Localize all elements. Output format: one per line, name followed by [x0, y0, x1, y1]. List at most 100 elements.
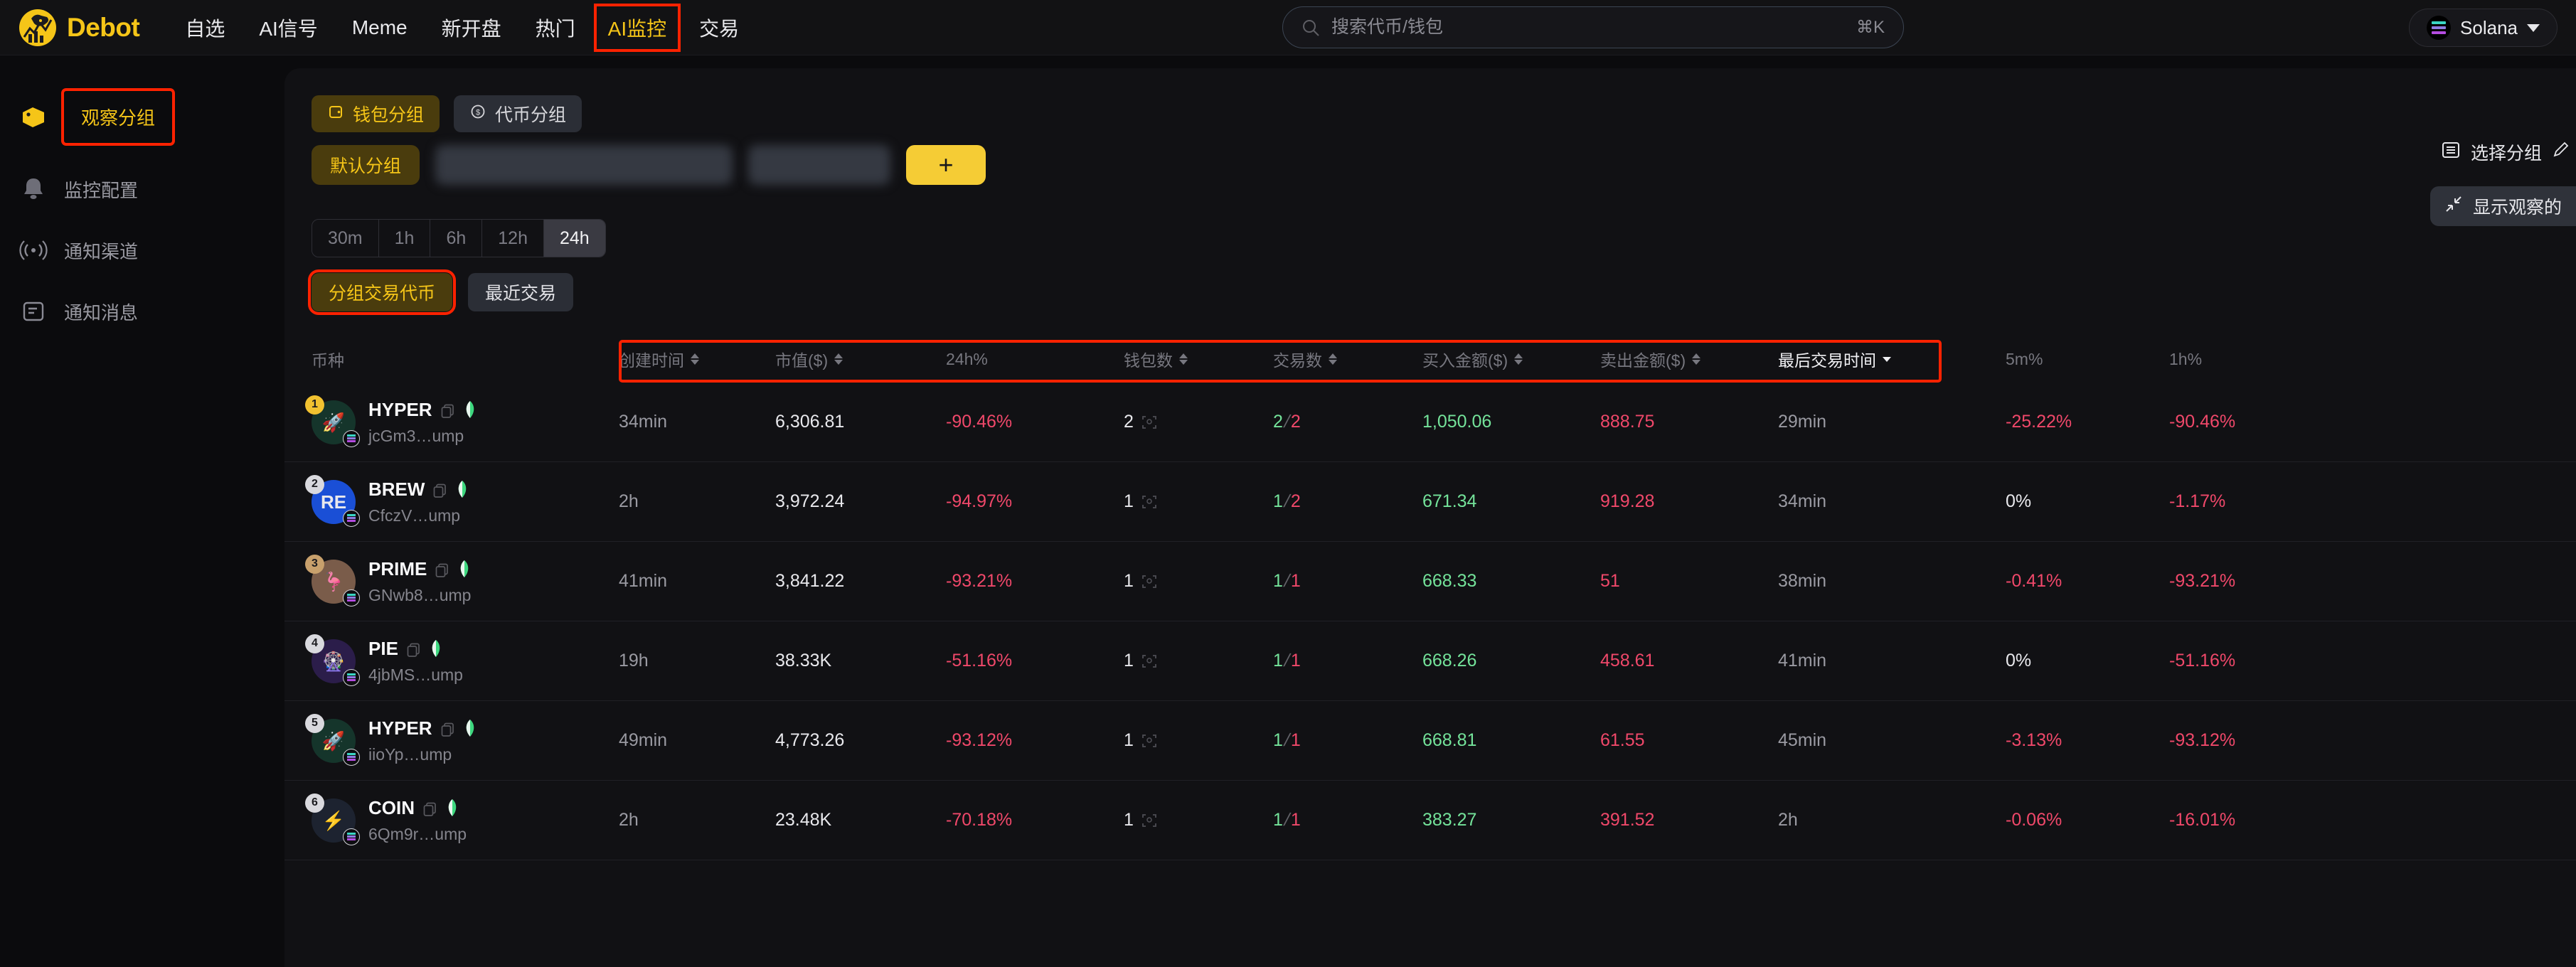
cell-wallets: 1: [1124, 730, 1273, 751]
sidebar-item-notify-message[interactable]: 通知消息: [0, 281, 284, 342]
token-symbol: BREW: [368, 478, 425, 500]
time-tab-6h[interactable]: 6h: [430, 220, 483, 257]
copy-icon[interactable]: [440, 402, 455, 418]
copy-icon[interactable]: [422, 801, 437, 816]
scan-icon[interactable]: [1141, 653, 1157, 669]
table-row[interactable]: RE 2 BREW CfczV…ump 2h 3,972.24 -94.97% 1 1/2 671…: [284, 462, 2576, 542]
cell-sell-amount: 391.52: [1600, 810, 1655, 830]
coin-dollar-icon: $: [469, 103, 486, 125]
token-cell[interactable]: 🚀 5 HYPER iioYp…ump: [284, 713, 619, 766]
cell-last-trade-time: 29min: [1778, 412, 1827, 432]
cell-trades: 1/1: [1273, 571, 1301, 591]
tab-wallet-group[interactable]: 钱包分组: [312, 95, 440, 132]
token-cell[interactable]: 🎡 4 PIE 4jbMS…ump: [284, 634, 619, 686]
time-tab-24h[interactable]: 24h: [543, 220, 605, 257]
cell-sell-amount: 919.28: [1600, 491, 1655, 511]
scan-icon[interactable]: [1141, 415, 1157, 430]
time-tab-30m[interactable]: 30m: [312, 220, 379, 257]
token-cell[interactable]: 🚀 1 HYPER jcGm3…ump: [284, 395, 619, 447]
cell-created-time: 2h: [619, 810, 639, 830]
show-watched-toggle[interactable]: 显示观察的: [2429, 186, 2576, 226]
leaf-icon: [429, 639, 443, 658]
leaf-icon: [445, 798, 459, 817]
col-header-sell-amount[interactable]: 卖出金额($): [1600, 347, 1778, 371]
brand[interactable]: Debot: [0, 9, 140, 47]
token-address[interactable]: CfczV…ump: [368, 506, 469, 525]
token-cell[interactable]: 🦩 3 PRIME GNwb8…ump: [284, 554, 619, 607]
sub-tab-recent-trades[interactable]: 最近交易: [468, 273, 574, 311]
copy-icon[interactable]: [432, 482, 447, 498]
nav-item-meme[interactable]: Meme: [335, 11, 425, 45]
col-header-change-1h[interactable]: 1h%: [2169, 350, 2354, 369]
scan-icon[interactable]: [1141, 494, 1157, 510]
token-cell[interactable]: ⚡ 6 COIN 6Qm9r…ump: [284, 793, 619, 845]
cell-market-cap: 3,841.22: [775, 571, 845, 591]
sidebar-item-notify-channel[interactable]: 通知渠道: [0, 220, 284, 281]
token-rank-badge: 4: [305, 634, 324, 653]
table-row[interactable]: ⚡ 6 COIN 6Qm9r…ump 2h 23.48K -70.18% 1 1/1 383.27…: [284, 781, 2576, 860]
col-header-last-trade-time[interactable]: 最后交易时间: [1778, 347, 2006, 371]
search-input[interactable]: [1331, 17, 1856, 38]
copy-icon[interactable]: [440, 721, 455, 737]
token-address[interactable]: iioYp…ump: [368, 745, 477, 764]
leaf-icon: [463, 719, 477, 737]
sort-icon: [1514, 353, 1523, 365]
nav-item-new-launch[interactable]: 新开盘: [425, 8, 518, 48]
group-chip-default[interactable]: 默认分组: [312, 145, 420, 185]
table-row[interactable]: 🚀 5 HYPER iioYp…ump 49min 4,773.26 -93.12% 1 1/1…: [284, 701, 2576, 781]
time-tab-1h[interactable]: 1h: [379, 220, 431, 257]
table-row[interactable]: 🦩 3 PRIME GNwb8…ump 41min 3,841.22 -93.21% 1 1/1…: [284, 542, 2576, 621]
tab-token-group[interactable]: $ 代币分组: [454, 95, 582, 132]
token-address[interactable]: 6Qm9r…ump: [368, 825, 467, 844]
col-header-trades[interactable]: 交易数: [1273, 347, 1422, 371]
cell-market-cap: 6,306.81: [775, 412, 845, 432]
token-cell[interactable]: RE 2 BREW CfczV…ump: [284, 474, 619, 527]
token-address[interactable]: 4jbMS…ump: [368, 666, 463, 685]
sidebar-item-watch-groups[interactable]: 观察分组: [0, 75, 284, 159]
scan-icon[interactable]: [1141, 813, 1157, 828]
col-header-change-5m[interactable]: 5m%: [2006, 350, 2169, 369]
col-header-change-24h[interactable]: 24h%: [946, 350, 1124, 369]
cell-change-5m: -3.13%: [2006, 730, 2063, 750]
sort-icon: [1329, 353, 1337, 365]
copy-icon[interactable]: [406, 641, 421, 657]
add-group-button[interactable]: +: [906, 145, 986, 185]
token-avatar: 🎡 4: [305, 634, 360, 686]
cell-wallets: 1: [1124, 491, 1273, 512]
token-symbol: PRIME: [368, 557, 427, 579]
select-group-button[interactable]: 选择分组: [2430, 139, 2576, 165]
time-tab-12h[interactable]: 12h: [482, 220, 544, 257]
nav-item-trade[interactable]: 交易: [682, 8, 756, 48]
col-header-market-cap[interactable]: 市值($): [775, 347, 946, 371]
sub-tab-group-traded-tokens[interactable]: 分组交易代币: [307, 269, 457, 315]
col-header-token[interactable]: 币种: [284, 347, 619, 371]
group-chip-redacted-1[interactable]: [435, 145, 733, 185]
table-row[interactable]: 🚀 1 HYPER jcGm3…ump 34min 6,306.81 -90.46% 2 2/2…: [284, 383, 2576, 462]
search-shortcut-hint: ⌘K: [1856, 18, 1885, 37]
col-header-created-time[interactable]: 创建时间: [619, 347, 775, 371]
col-header-wallets[interactable]: 钱包数: [1124, 347, 1273, 371]
chain-selector[interactable]: Solana: [2409, 9, 2558, 47]
col-header-buy-amount[interactable]: 买入金额($): [1422, 347, 1600, 371]
svg-text:$: $: [476, 108, 480, 117]
table-row[interactable]: 🎡 4 PIE 4jbMS…ump 19h 38.33K -51.16% 1 1/1 668.26…: [284, 621, 2576, 701]
copy-icon[interactable]: [435, 562, 449, 577]
sidebar-item-monitor-config[interactable]: 监控配置: [0, 159, 284, 220]
pencil-icon[interactable]: [2552, 141, 2570, 164]
nav-item-trending[interactable]: 热门: [518, 8, 592, 48]
nav-item-ai-monitor[interactable]: AI监控: [593, 3, 681, 52]
group-chip-redacted-2[interactable]: [748, 145, 891, 185]
global-search[interactable]: ⌘K: [1282, 6, 1904, 48]
token-rank-badge: 1: [305, 395, 324, 415]
time-range-tabs: 30m 1h 6h 12h 24h: [312, 219, 606, 257]
scan-icon[interactable]: [1141, 574, 1157, 589]
nav-item-zixuan[interactable]: 自选: [168, 8, 242, 48]
nav-item-ai-signal[interactable]: AI信号: [242, 8, 334, 48]
token-symbol: HYPER: [368, 398, 432, 420]
token-address[interactable]: jcGm3…ump: [368, 427, 477, 446]
cell-buy-amount: 671.34: [1422, 491, 1477, 511]
scan-icon[interactable]: [1141, 733, 1157, 749]
token-address[interactable]: GNwb8…ump: [368, 586, 472, 605]
cell-last-trade-time: 45min: [1778, 730, 1827, 750]
cell-change-1h: -51.16%: [2169, 651, 2236, 671]
